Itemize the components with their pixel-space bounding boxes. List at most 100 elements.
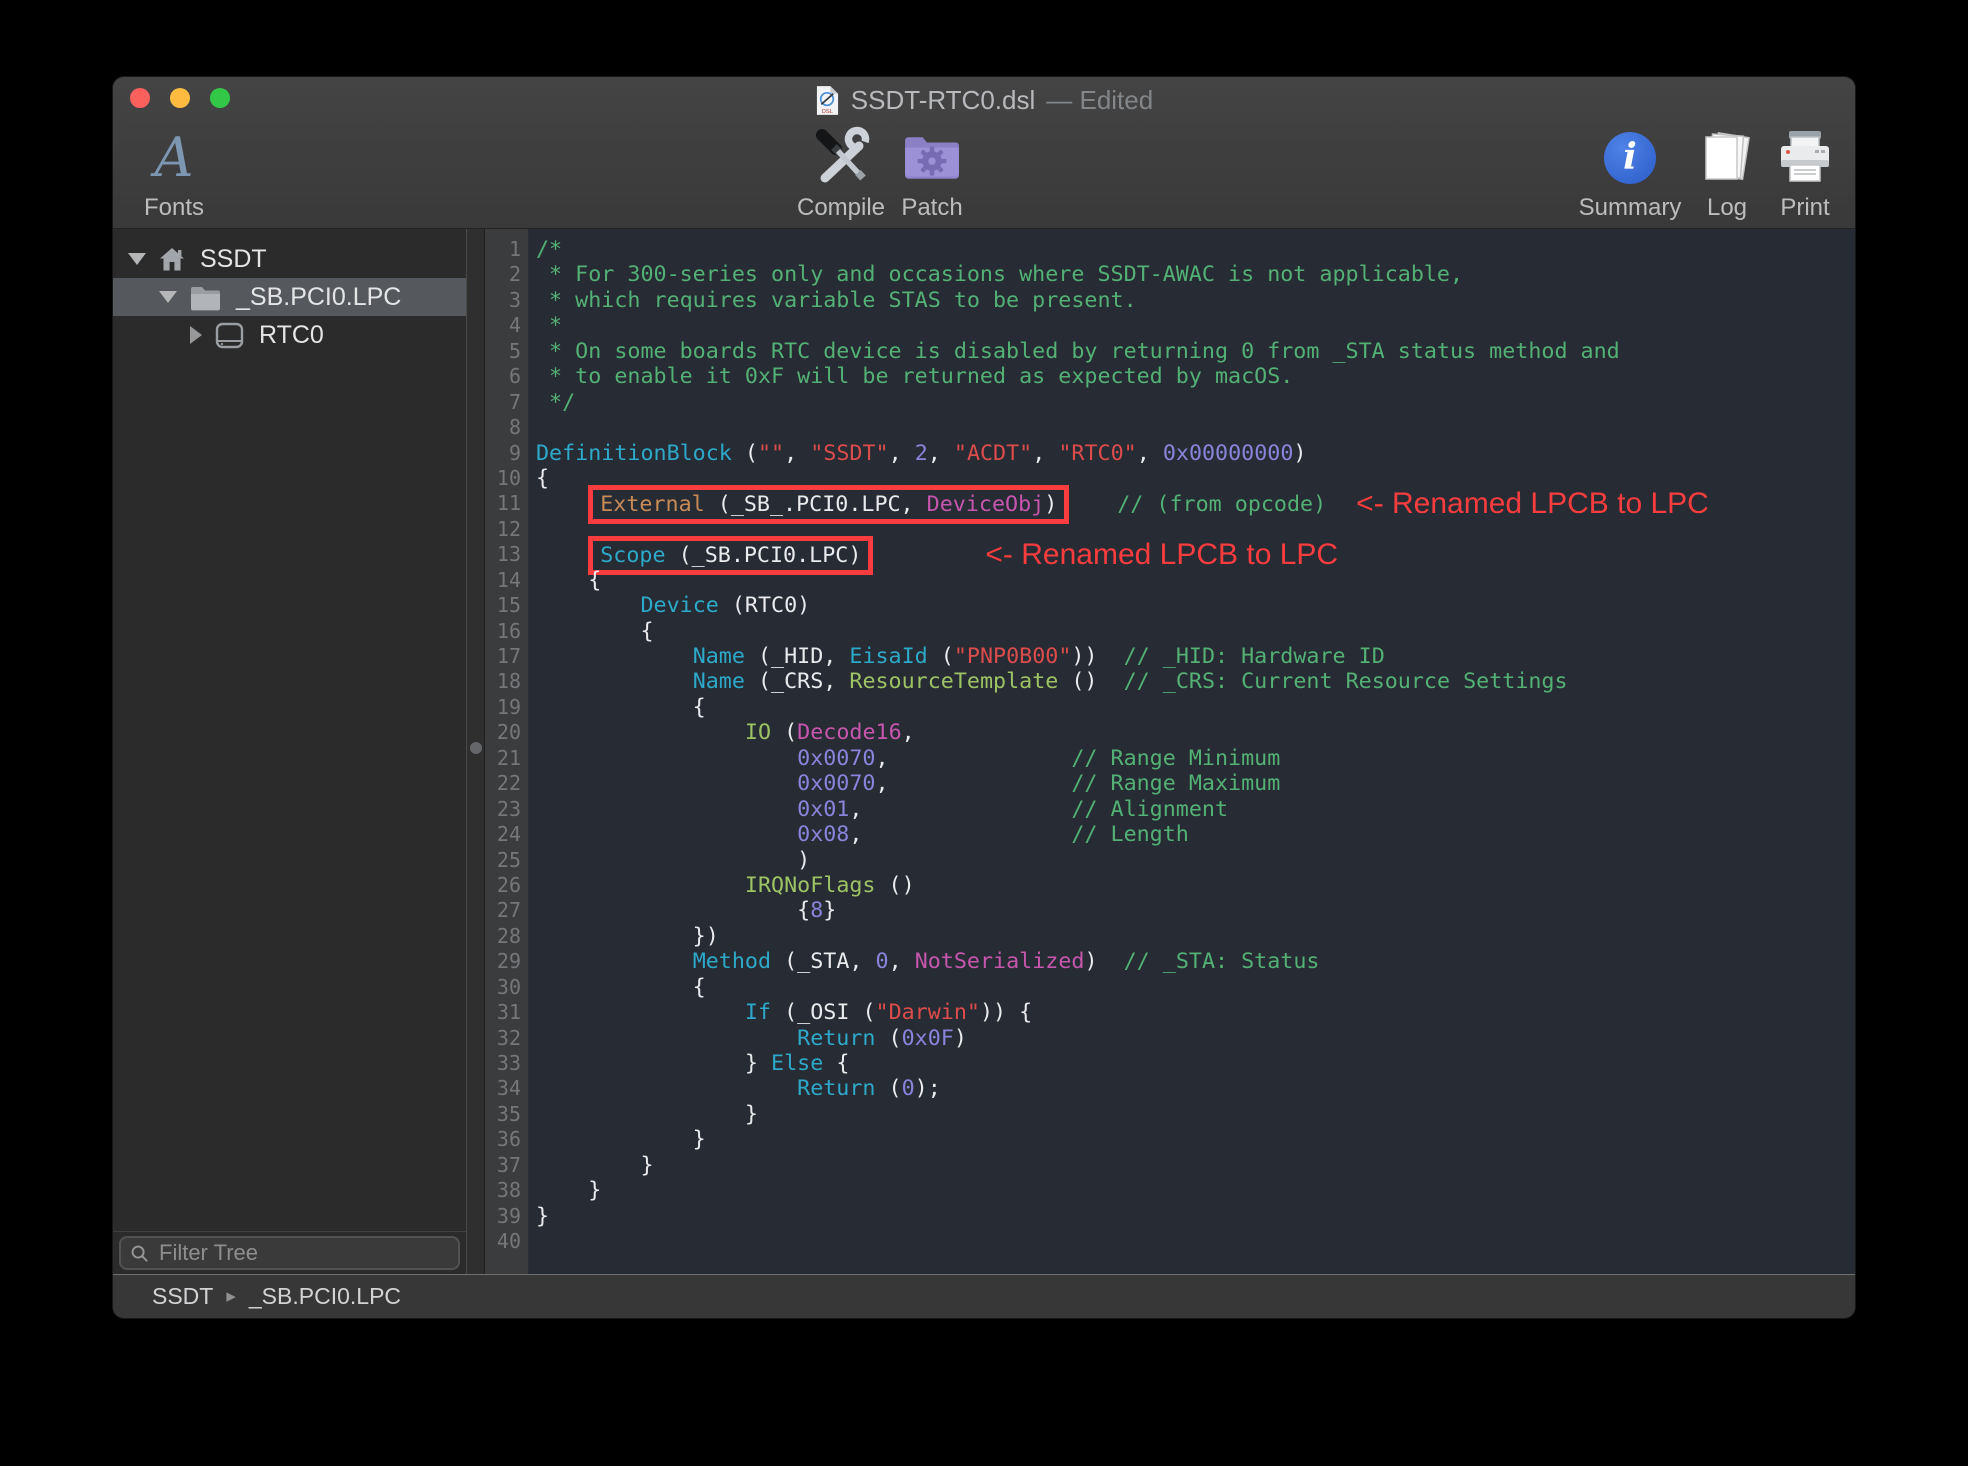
code-line-2[interactable]: 2 * For 300-series only and occasions wh… bbox=[485, 262, 1855, 287]
info-icon: i bbox=[1604, 132, 1656, 184]
code-line-35[interactable]: 35 } bbox=[485, 1102, 1855, 1127]
line-number: 5 bbox=[485, 339, 528, 364]
title-text: SSDT-RTC0.dsl bbox=[851, 85, 1035, 116]
code-line-17[interactable]: 17 Name (_HID, EisaId ("PNP0B00")) // _H… bbox=[485, 644, 1855, 669]
code-line-29[interactable]: 29 Method (_STA, 0, NotSerialized) // _S… bbox=[485, 949, 1855, 974]
line-number: 14 bbox=[485, 568, 528, 593]
code-line-13[interactable]: 13 Scope (_SB.PCI0.LPC)<- Renamed LPCB t… bbox=[485, 542, 1855, 567]
print-button[interactable]: Print bbox=[1730, 121, 1855, 221]
code-line-6[interactable]: 6 * to enable it 0xF will be returned as… bbox=[485, 364, 1855, 389]
disclosure-right-icon[interactable] bbox=[190, 326, 202, 344]
code-line-36[interactable]: 36 } bbox=[485, 1127, 1855, 1152]
patch-label: Patch bbox=[901, 195, 962, 221]
breadcrumb-scope[interactable]: _SB.PCI0.LPC bbox=[249, 1283, 401, 1310]
line-number: 22 bbox=[485, 771, 528, 796]
disclosure-down-icon[interactable] bbox=[159, 291, 177, 303]
code-line-11[interactable]: 11 External (_SB_.PCI0.LPC, DeviceObj)//… bbox=[485, 491, 1855, 516]
code-editor[interactable]: 1/*2 * For 300-series only and occasions… bbox=[485, 229, 1855, 1274]
line-number: 15 bbox=[485, 593, 528, 618]
line-number: 4 bbox=[485, 313, 528, 338]
line-number: 33 bbox=[485, 1051, 528, 1076]
code-line-5[interactable]: 5 * On some boards RTC device is disable… bbox=[485, 339, 1855, 364]
line-number: 37 bbox=[485, 1153, 528, 1178]
line-number: 24 bbox=[485, 822, 528, 847]
code-line-18[interactable]: 18 Name (_CRS, ResourceTemplate () // _C… bbox=[485, 669, 1855, 694]
fonts-label: Fonts bbox=[144, 195, 204, 221]
tree-row--sb-pci0-lpc[interactable]: _SB.PCI0.LPC bbox=[113, 278, 466, 316]
patch-button[interactable]: Patch bbox=[857, 121, 1007, 221]
line-number: 30 bbox=[485, 975, 528, 1000]
line-number: 27 bbox=[485, 898, 528, 923]
code-line-4[interactable]: 4 * bbox=[485, 313, 1855, 338]
sidebar-splitter[interactable] bbox=[466, 229, 485, 1274]
code-line-15[interactable]: 15 Device (RTC0) bbox=[485, 593, 1855, 618]
code-line-27[interactable]: 27 {8} bbox=[485, 898, 1855, 923]
code-line-34[interactable]: 34 Return (0); bbox=[485, 1076, 1855, 1101]
code-line-20[interactable]: 20 IO (Decode16, bbox=[485, 720, 1855, 745]
filter-bar bbox=[113, 1231, 466, 1274]
filter-input[interactable] bbox=[157, 1239, 449, 1267]
line-number: 32 bbox=[485, 1026, 528, 1051]
line-number: 28 bbox=[485, 924, 528, 949]
line-number: 12 bbox=[485, 517, 528, 542]
tree-row-rtc0[interactable]: RTC0 bbox=[113, 316, 466, 354]
code-line-1[interactable]: 1/* bbox=[485, 237, 1855, 262]
code-line-40[interactable]: 40 bbox=[485, 1229, 1855, 1254]
tree-row-ssdt[interactable]: SSDT bbox=[113, 240, 466, 278]
line-number: 11 bbox=[485, 491, 528, 516]
line-number: 1 bbox=[485, 237, 528, 262]
home-icon bbox=[158, 246, 186, 273]
rename-highlight-box: External (_SB_.PCI0.LPC, DeviceObj) bbox=[588, 485, 1069, 524]
code-line-26[interactable]: 26 IRQNoFlags () bbox=[485, 873, 1855, 898]
fonts-icon: A bbox=[155, 131, 194, 185]
code-line-39[interactable]: 39} bbox=[485, 1204, 1855, 1229]
window-header: DSL SSDT-RTC0.dsl — Edited A Fonts Compi… bbox=[113, 77, 1855, 229]
line-number: 9 bbox=[485, 441, 528, 466]
printer-icon bbox=[1777, 125, 1833, 191]
tree-label: SSDT bbox=[200, 245, 267, 274]
patch-folder-icon bbox=[902, 125, 962, 191]
tree-label: _SB.PCI0.LPC bbox=[236, 283, 401, 312]
line-number: 35 bbox=[485, 1102, 528, 1127]
line-number: 23 bbox=[485, 797, 528, 822]
code-line-22[interactable]: 22 0x0070, // Range Maximum bbox=[485, 771, 1855, 796]
code-line-9[interactable]: 9DefinitionBlock ("", "SSDT", 2, "ACDT",… bbox=[485, 441, 1855, 466]
code-line-24[interactable]: 24 0x08, // Length bbox=[485, 822, 1855, 847]
code-line-16[interactable]: 16 { bbox=[485, 619, 1855, 644]
splitter-handle[interactable] bbox=[470, 742, 482, 754]
code-line-3[interactable]: 3 * which requires variable STAS to be p… bbox=[485, 288, 1855, 313]
line-number: 26 bbox=[485, 873, 528, 898]
code-line-23[interactable]: 23 0x01, // Alignment bbox=[485, 797, 1855, 822]
disclosure-down-icon[interactable] bbox=[128, 253, 146, 265]
code-line-28[interactable]: 28 }) bbox=[485, 924, 1855, 949]
code-line-31[interactable]: 31 If (_OSI ("Darwin")) { bbox=[485, 1000, 1855, 1025]
line-number: 6 bbox=[485, 364, 528, 389]
document-icon: DSL bbox=[815, 85, 840, 116]
gear-icon bbox=[918, 147, 947, 176]
code-line-30[interactable]: 30 { bbox=[485, 975, 1855, 1000]
line-number: 8 bbox=[485, 415, 528, 440]
line-number: 40 bbox=[485, 1229, 528, 1254]
window-title: DSL SSDT-RTC0.dsl — Edited bbox=[113, 77, 1855, 123]
code-line-7[interactable]: 7 */ bbox=[485, 390, 1855, 415]
code-line-32[interactable]: 32 Return (0x0F) bbox=[485, 1026, 1855, 1051]
breadcrumb-separator-icon: ▸ bbox=[226, 1285, 236, 1308]
code-line-21[interactable]: 21 0x0070, // Range Minimum bbox=[485, 746, 1855, 771]
title-edited-suffix: — Edited bbox=[1046, 85, 1153, 116]
code-line-8[interactable]: 8 bbox=[485, 415, 1855, 440]
acpi-tree: SSDT _SB.PCI0.LPC RTC0 bbox=[113, 229, 466, 1231]
line-number: 16 bbox=[485, 619, 528, 644]
code-line-25[interactable]: 25 ) bbox=[485, 848, 1855, 873]
breadcrumb-root[interactable]: SSDT bbox=[152, 1283, 213, 1310]
code-line-19[interactable]: 19 { bbox=[485, 695, 1855, 720]
print-label: Print bbox=[1780, 195, 1829, 221]
filter-field[interactable] bbox=[119, 1236, 460, 1270]
code-line-38[interactable]: 38 } bbox=[485, 1178, 1855, 1203]
code-line-37[interactable]: 37 } bbox=[485, 1153, 1855, 1178]
svg-text:DSL: DSL bbox=[822, 109, 833, 115]
rename-annotation: <- Renamed LPCB to LPC bbox=[985, 538, 1338, 571]
line-number: 18 bbox=[485, 669, 528, 694]
breadcrumb: SSDT ▸ _SB.PCI0.LPC bbox=[113, 1274, 1855, 1318]
code-line-33[interactable]: 33 } Else { bbox=[485, 1051, 1855, 1076]
fonts-button[interactable]: A Fonts bbox=[113, 121, 249, 221]
